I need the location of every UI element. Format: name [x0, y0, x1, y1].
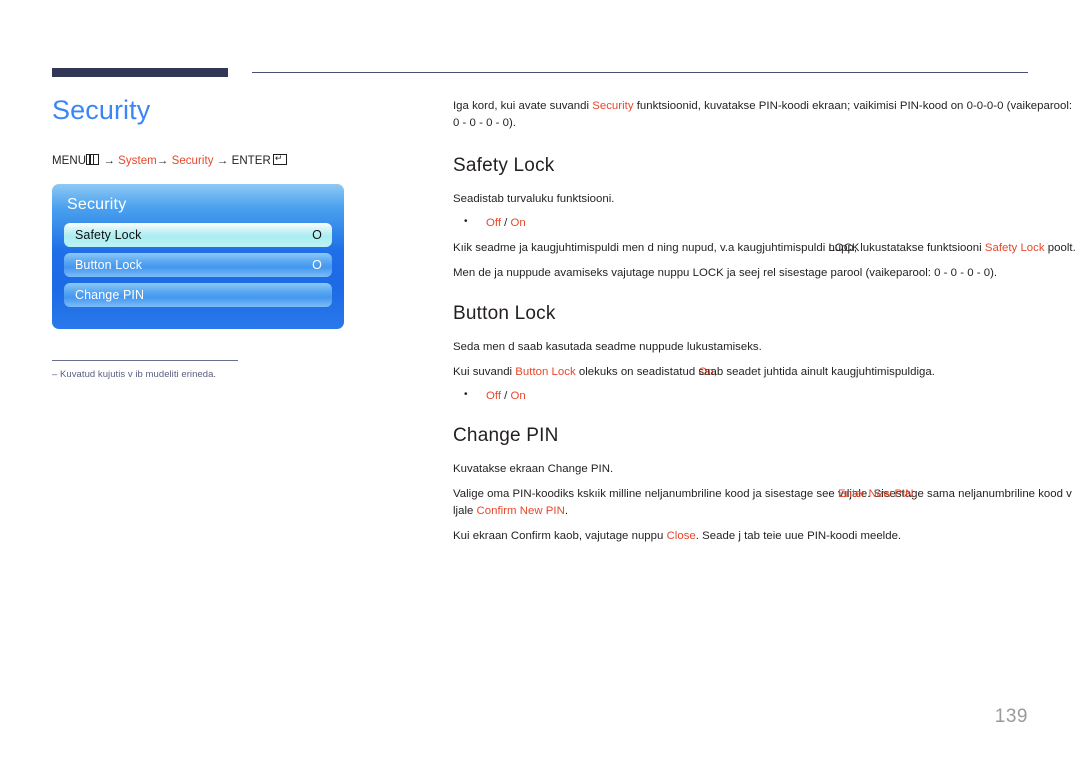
- page-title: Security: [52, 95, 151, 125]
- option-on[interactable]: On: [511, 390, 526, 402]
- button-lock-description: Seda men d saab kasutada seadme nuppude …: [453, 340, 762, 353]
- overlap-over-text: Enter New PIN: [837, 488, 914, 500]
- change-pin-p2-a: Valige oma PIN-koodiks kskıik milline ne…: [453, 488, 838, 500]
- header-rule-thick: [52, 68, 228, 77]
- overlap-over-text: LOCK: [828, 241, 860, 254]
- osd-row-label: Safety Lock: [75, 227, 142, 242]
- intro-text-a: Iga kord, kui avate suvandi: [453, 100, 593, 112]
- section-heading-button-lock: Button Lock: [453, 302, 556, 324]
- safety-lock-p2-c: poolt.: [1044, 241, 1076, 254]
- option-separator: /: [504, 216, 508, 229]
- section-heading-safety-lock: Safety Lock: [453, 155, 555, 176]
- change-pin-paragraph-3: Kui ekraan Confirm kaob, vajutage nuppu …: [453, 528, 1079, 545]
- header-rule-thin: [252, 72, 1028, 74]
- osd-row-safety-lock[interactable]: Safety Lock O: [64, 222, 332, 247]
- osd-row-value: O: [312, 257, 322, 272]
- footnote-block: – Kuvatud kujutis v ib mudeliti erineda.: [52, 359, 238, 381]
- safety-lock-options: Off / On: [453, 214, 1079, 231]
- safety-lock-paragraph-3: Men de ja nuppude avamiseks vajutage nup…: [453, 267, 998, 279]
- overlapping-text-artifact: vıljale Enter New PIN: [838, 486, 914, 503]
- menu-path-arrow-2: →: [156, 154, 169, 167]
- page-number: 139: [994, 706, 1028, 727]
- button-lock-p2-a: Kui suvandi: [453, 366, 516, 378]
- footnote-text: – Kuvatud kujutis v ib mudeliti erineda.: [52, 368, 217, 380]
- right-column: Iga kord, kui avate suvandi Security fun…: [453, 98, 1079, 554]
- button-lock-p2-c: b seadet juhtida ainult kaugjuhtimispuld…: [716, 366, 935, 378]
- menu-path-menu-label: MENU: [52, 154, 87, 167]
- osd-row-value: O: [312, 227, 322, 242]
- option-off[interactable]: Off: [486, 217, 501, 229]
- menu-icon: [86, 153, 100, 165]
- button-lock-link[interactable]: Button Lock: [515, 366, 575, 378]
- menu-path-security-label: Security: [171, 154, 214, 167]
- osd-row-change-pin[interactable]: Change PIN: [64, 282, 332, 307]
- intro-link-security[interactable]: Security: [592, 100, 633, 112]
- menu-path-enter-label: ENTER: [231, 154, 271, 167]
- change-pin-description: Kuvatakse ekraan Change PIN.: [453, 462, 614, 475]
- option-off[interactable]: Off: [486, 390, 501, 402]
- osd-title: Security: [67, 195, 127, 213]
- overlap-over-text: saa: [698, 366, 717, 378]
- menu-navigation-path: MENU → System→ Security → ENTER: [52, 153, 422, 167]
- left-column: Security MENU → System→ Security → ENTER…: [52, 95, 422, 381]
- menu-path-arrow-3: →: [216, 154, 229, 167]
- overlapping-text-artifact: nupp LOCK: [828, 240, 859, 257]
- section-heading-change-pin: Change PIN: [453, 424, 559, 446]
- safety-lock-paragraph-2: Kıik seadme ja kaugjuhtimispuldi men d n…: [453, 240, 1079, 257]
- option-separator: /: [504, 389, 508, 402]
- overlapping-text-artifact: On, saa: [698, 364, 716, 381]
- safety-lock-p2-a: Kıik seadme ja kaugjuhtimispuldi men d n…: [453, 241, 829, 254]
- footnote-divider: [52, 359, 238, 361]
- header-rule: [52, 68, 1028, 78]
- osd-row-label: Button Lock: [75, 257, 143, 272]
- option-on[interactable]: On: [511, 217, 526, 229]
- change-pin-link-confirm[interactable]: Confirm New PIN: [477, 505, 565, 517]
- option-item[interactable]: Off / On: [464, 214, 1079, 231]
- change-pin-link-close[interactable]: Close: [667, 530, 696, 542]
- enter-key-icon: [272, 153, 287, 165]
- intro-paragraph: Iga kord, kui avate suvandi Security fun…: [453, 98, 1079, 131]
- change-pin-paragraph-2: Valige oma PIN-koodiks kskıik milline ne…: [453, 486, 1079, 519]
- change-pin-p2-c: .: [564, 504, 569, 517]
- button-lock-p2-b: olekuks on seadistatud: [575, 366, 699, 378]
- safety-lock-description: Seadistab turvaluku funktsiooni.: [453, 193, 615, 205]
- change-pin-p3-b: . Seade j tab teie uue PIN-koodi meelde.: [695, 530, 902, 542]
- osd-row-button-lock[interactable]: Button Lock O: [64, 252, 332, 277]
- menu-path-system-label: System: [118, 154, 157, 167]
- button-lock-paragraph-2: Kui suvandi Button Lock olekuks on seadi…: [453, 364, 1079, 381]
- option-item[interactable]: Off / On: [464, 387, 1079, 404]
- osd-row-label: Change PIN: [75, 287, 145, 302]
- safety-lock-p2-b: , lukustatakse funktsiooni: [853, 241, 985, 254]
- osd-security-menu: Security Safety Lock O Button Lock O Cha…: [52, 183, 344, 329]
- button-lock-options: Off / On: [453, 387, 1079, 404]
- change-pin-p3-a: Kui ekraan Confirm kaob, vajutage nuppu: [453, 530, 667, 542]
- menu-path-arrow-1: →: [103, 154, 115, 167]
- safety-lock-link[interactable]: Safety Lock: [985, 242, 1045, 254]
